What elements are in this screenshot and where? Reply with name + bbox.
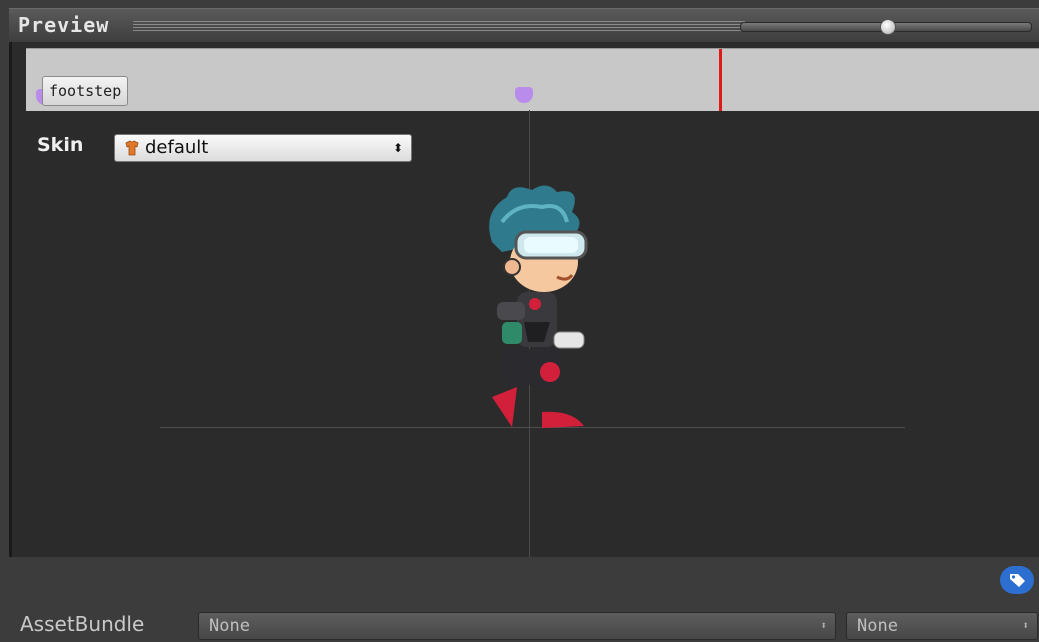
slider-thumb[interactable] — [880, 19, 896, 35]
assetbundle-label: AssetBundle — [20, 612, 145, 636]
event-timeline[interactable]: footstep — [26, 48, 1039, 111]
asset-labels-button[interactable] — [1000, 566, 1034, 594]
preview-panel: Preview footstep Skin default ⬍ AssetBun… — [0, 0, 1039, 642]
event-label-footstep[interactable]: footstep — [42, 76, 129, 106]
assetbundle-name-dropdown[interactable]: None ⬍ — [198, 612, 836, 640]
character-sprite — [489, 185, 588, 428]
skin-icon — [125, 140, 139, 156]
preview-title: Preview — [18, 13, 110, 37]
assetbundle-name-value: None — [209, 616, 250, 636]
skin-value: default — [145, 137, 209, 158]
skin-label: Skin — [37, 134, 84, 156]
dropdown-arrows-icon: ⬍ — [820, 619, 827, 632]
playhead[interactable] — [719, 49, 722, 111]
dropdown-arrows-icon: ⬍ — [392, 141, 403, 155]
event-marker-icon[interactable] — [515, 87, 533, 103]
dropdown-arrows-icon: ⬍ — [1022, 619, 1029, 632]
tag-icon — [1010, 574, 1025, 587]
preview-viewport[interactable]: footstep Skin default ⬍ — [9, 42, 1039, 557]
assetbundle-variant-value: None — [857, 616, 898, 636]
drag-grip-icon[interactable] — [133, 21, 745, 31]
assetbundle-variant-dropdown[interactable]: None ⬍ — [846, 612, 1038, 640]
skin-dropdown[interactable]: default ⬍ — [114, 134, 412, 162]
